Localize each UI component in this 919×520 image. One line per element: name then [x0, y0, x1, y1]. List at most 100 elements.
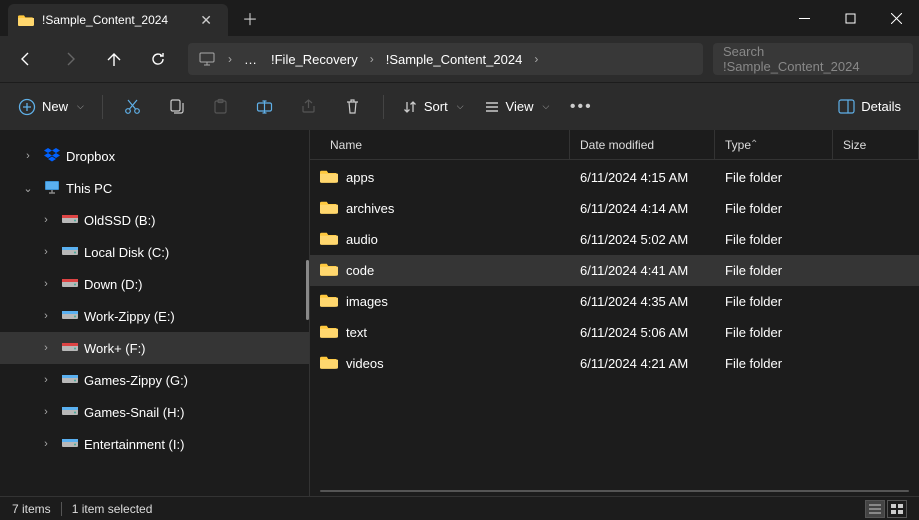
file-panel: Name ⌃ Date modified Type Size apps6/11/…	[310, 130, 919, 496]
refresh-button[interactable]	[138, 41, 178, 77]
pc-icon[interactable]	[192, 41, 222, 77]
drive-icon	[62, 436, 78, 452]
nav-sidebar: › Dropbox ⌄This PC›OldSSD (B:)›Local Disk …	[0, 130, 310, 496]
view-toggle	[865, 500, 907, 518]
file-type: File folder	[715, 294, 833, 309]
file-name: code	[346, 263, 374, 278]
file-row[interactable]: text6/11/2024 5:06 AMFile folder	[310, 317, 919, 348]
rename-button[interactable]	[245, 89, 285, 125]
folder-icon	[320, 231, 338, 248]
scissors-icon	[124, 98, 141, 115]
active-tab[interactable]: !Sample_Content_2024 ✕	[8, 4, 228, 36]
drive-red-icon	[62, 212, 78, 228]
close-window-button[interactable]	[873, 0, 919, 36]
file-row[interactable]: images6/11/2024 4:35 AMFile folder	[310, 286, 919, 317]
file-type: File folder	[715, 201, 833, 216]
tree-item[interactable]: ›Games-Zippy (G:)	[0, 364, 309, 396]
sidebar-splitter[interactable]	[306, 260, 309, 320]
breadcrumb-item[interactable]: !File_Recovery	[265, 52, 364, 67]
file-row[interactable]: archives6/11/2024 4:14 AMFile folder	[310, 193, 919, 224]
details-view-button[interactable]	[865, 500, 885, 518]
file-name: videos	[346, 356, 384, 371]
forward-button[interactable]	[50, 41, 90, 77]
column-header-name[interactable]: Name	[310, 130, 570, 159]
chevron-icon[interactable]: ›	[36, 438, 56, 450]
drive-red-icon	[62, 340, 78, 356]
column-header-type[interactable]: Type	[715, 130, 833, 159]
file-date: 6/11/2024 5:02 AM	[570, 232, 715, 247]
back-button[interactable]	[6, 41, 46, 77]
file-name: text	[346, 325, 367, 340]
chevron-icon[interactable]: ›	[36, 310, 56, 322]
plus-circle-icon	[18, 98, 36, 116]
share-icon	[300, 98, 317, 115]
tree-item-label: Down (D:)	[84, 277, 309, 292]
tree-item[interactable]: ›Entertainment (I:)	[0, 428, 309, 460]
folder-icon	[320, 324, 338, 341]
drive-icon	[62, 372, 78, 388]
chevron-icon[interactable]: ›	[36, 342, 56, 354]
chevron-icon[interactable]: ›	[36, 246, 56, 258]
delete-button[interactable]	[333, 89, 373, 125]
share-button[interactable]	[289, 89, 329, 125]
horizontal-scrollbar[interactable]	[320, 490, 909, 492]
search-input[interactable]: Search !Sample_Content_2024	[713, 43, 913, 75]
chevron-icon[interactable]: ⌄	[18, 182, 38, 195]
folder-icon	[320, 169, 338, 186]
new-button[interactable]: New ⌵	[10, 89, 92, 125]
file-row[interactable]: videos6/11/2024 4:21 AMFile folder	[310, 348, 919, 379]
chevron-down-icon: ⌵	[457, 101, 464, 112]
list-icon	[484, 99, 500, 115]
thumbnails-view-button[interactable]	[887, 500, 907, 518]
chevron-icon[interactable]: ›	[18, 150, 38, 162]
tree-item[interactable]: ›Games-Snail (H:)	[0, 396, 309, 428]
tree-item[interactable]: ›Local Disk (C:)	[0, 236, 309, 268]
maximize-button[interactable]	[827, 0, 873, 36]
cut-button[interactable]	[113, 89, 153, 125]
view-button[interactable]: View ⌵	[476, 89, 558, 125]
up-button[interactable]	[94, 41, 134, 77]
file-row[interactable]: apps6/11/2024 4:15 AMFile folder	[310, 162, 919, 193]
chevron-down-icon: ⌵	[542, 101, 549, 112]
new-tab-button[interactable]: ＋	[228, 6, 272, 30]
tree-item[interactable]: ›OldSSD (B:)	[0, 204, 309, 236]
breadcrumb[interactable]: › … !File_Recovery › !Sample_Content_202…	[188, 43, 703, 75]
minimize-button[interactable]	[781, 0, 827, 36]
column-headers: Name ⌃ Date modified Type Size	[310, 130, 919, 160]
sort-button[interactable]: Sort ⌵	[394, 89, 472, 125]
chevron-icon[interactable]: ›	[36, 214, 56, 226]
more-button[interactable]: •••	[561, 89, 601, 125]
paste-button[interactable]	[201, 89, 241, 125]
tree-item[interactable]: › Dropbox	[0, 140, 309, 172]
tree-item[interactable]: ›Work-Zippy (E:)	[0, 300, 309, 332]
file-name: images	[346, 294, 388, 309]
drive-red-icon	[62, 276, 78, 292]
tree-item[interactable]: › Down (D:)	[0, 268, 309, 300]
copy-icon	[168, 98, 185, 115]
drive-icon	[62, 244, 78, 260]
tab-close-button[interactable]: ✕	[194, 10, 218, 31]
main-area: › Dropbox ⌄This PC›OldSSD (B:)›Local Disk …	[0, 130, 919, 496]
file-row[interactable]: audio6/11/2024 5:02 AMFile folder	[310, 224, 919, 255]
file-list[interactable]: apps6/11/2024 4:15 AMFile folderarchives…	[310, 160, 919, 496]
chevron-icon[interactable]: ›	[36, 406, 56, 418]
details-button[interactable]: Details	[830, 89, 909, 125]
status-item-count: 7 items	[12, 502, 51, 516]
file-type: File folder	[715, 263, 833, 278]
tree-item[interactable]: ⌄This PC	[0, 172, 309, 204]
chevron-icon[interactable]: ›	[36, 374, 56, 386]
breadcrumb-overflow[interactable]: …	[238, 52, 263, 67]
tree-item[interactable]: ›Work+ (F:)	[0, 332, 309, 364]
chevron-right-icon[interactable]: ›	[224, 52, 236, 66]
file-row[interactable]: code6/11/2024 4:41 AMFile folder	[310, 255, 919, 286]
breadcrumb-item[interactable]: !Sample_Content_2024	[380, 52, 529, 67]
folder-icon	[320, 262, 338, 279]
chevron-right-icon[interactable]: ›	[366, 52, 378, 66]
nav-bar: › … !File_Recovery › !Sample_Content_202…	[0, 36, 919, 82]
chevron-icon[interactable]: ›	[36, 278, 56, 290]
chevron-right-icon[interactable]: ›	[530, 52, 542, 66]
tree-item-label: Dropbox	[66, 149, 309, 164]
copy-button[interactable]	[157, 89, 197, 125]
column-header-size[interactable]: Size	[833, 130, 919, 159]
column-header-date[interactable]: Date modified	[570, 130, 715, 159]
